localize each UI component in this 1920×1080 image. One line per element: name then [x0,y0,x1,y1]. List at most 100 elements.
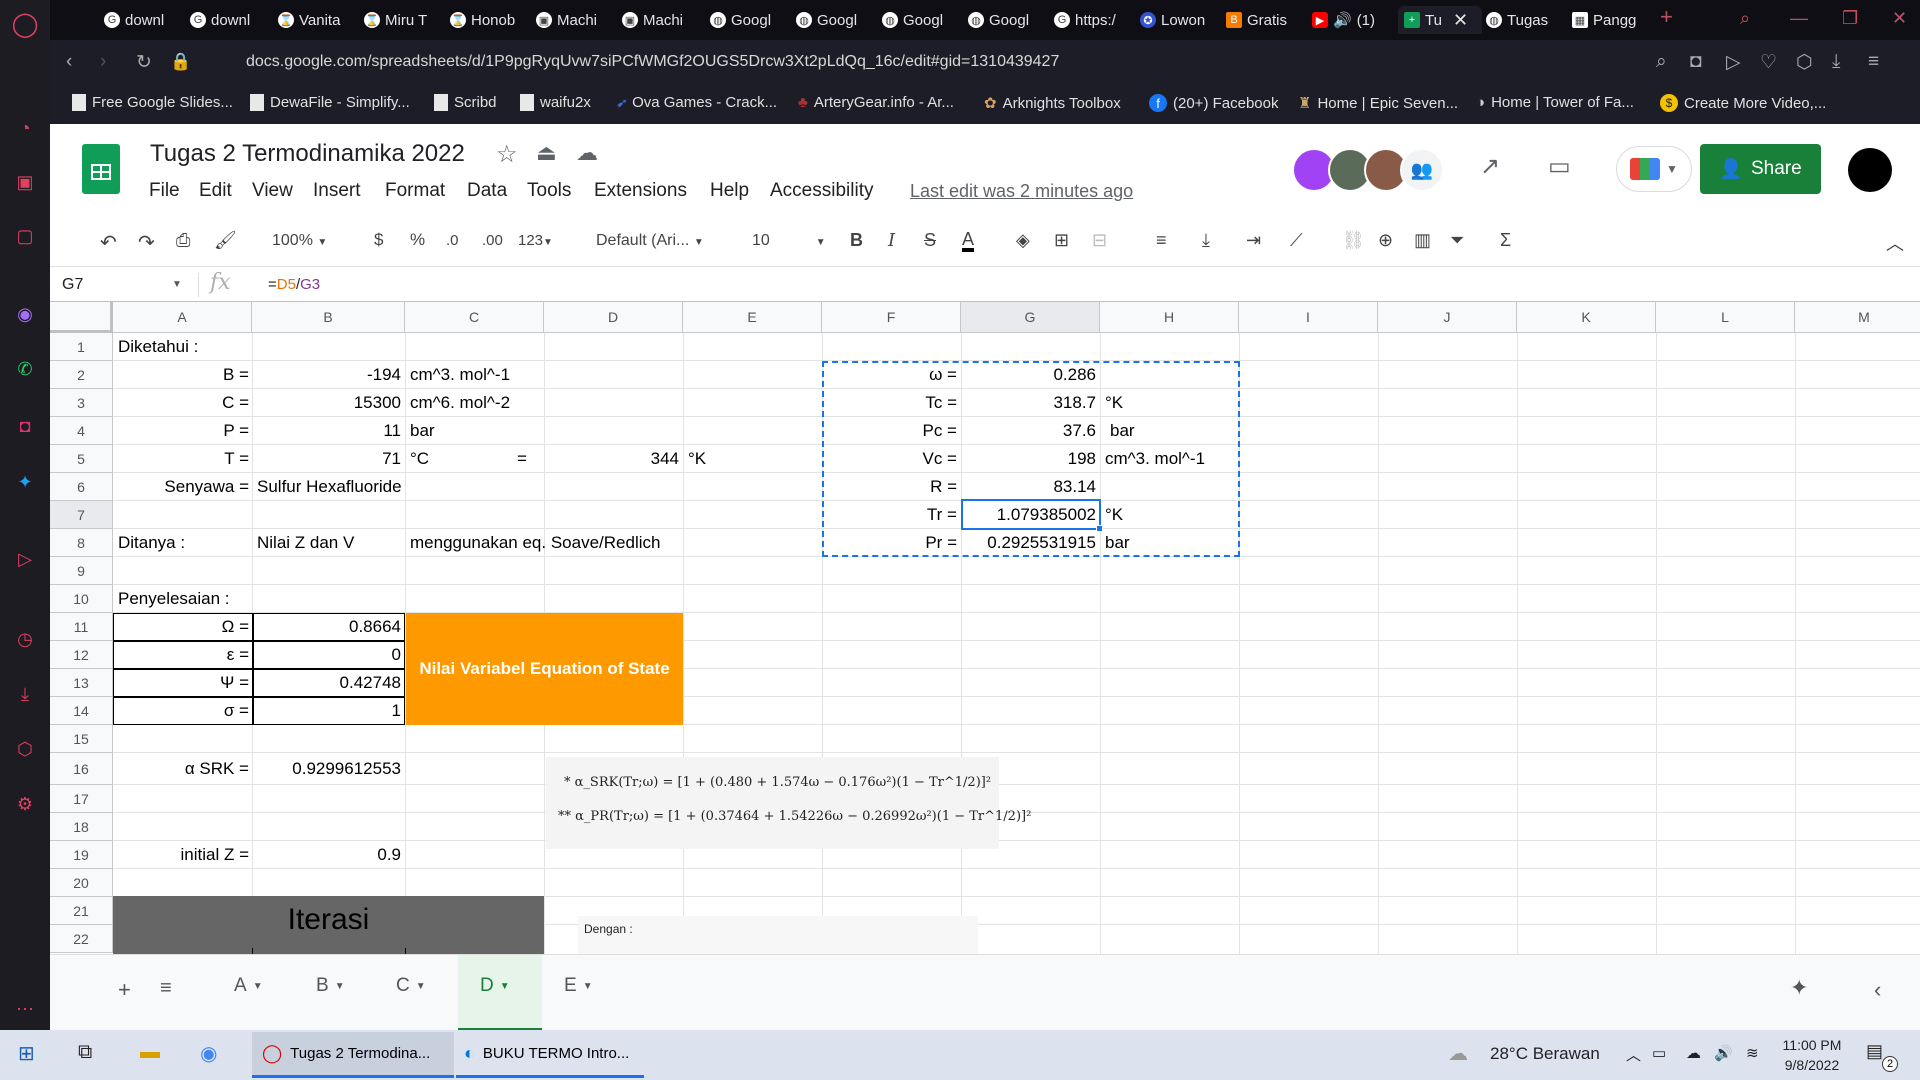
player-icon[interactable]: ▷ [11,545,39,573]
column-header-d[interactable]: D [544,302,683,333]
undo-icon[interactable]: ↶ [100,230,117,255]
row-header-3[interactable]: 3 [50,389,113,417]
speed-dial-icon[interactable]: ◔ [11,114,39,142]
cell-b2[interactable]: -194 [252,361,401,389]
decrease-decimal-button[interactable]: .0 [446,232,459,249]
cell-b6[interactable]: Sulfur Hexafluoride [257,473,402,501]
borders-icon[interactable]: ⊞ [1054,230,1069,251]
vertical-align-icon[interactable]: ⤓ [1202,230,1210,251]
tab-11[interactable]: Ghttps:/ [1054,6,1139,34]
currency-button[interactable]: $ [374,230,383,250]
bookmark-2[interactable]: Scribd [434,94,497,111]
more-formats-button[interactable]: 123▼ [518,232,553,249]
search-tabs-icon[interactable]: ⌕ [1740,8,1750,29]
cell-a11[interactable]: Ω = [113,613,249,641]
bookmark-6[interactable]: ✿ Arknights Toolbox [984,94,1121,113]
taskbar-app-opera[interactable]: ◯ Tugas 2 Termodina... [252,1032,454,1078]
cell-a2[interactable]: B = [113,361,249,389]
cell-e5[interactable]: °K [688,445,706,473]
send-icon[interactable]: ▷ [1726,51,1741,74]
snapshot-icon[interactable]: ◘ [1690,51,1701,73]
start-icon[interactable]: ⊞ [18,1041,35,1066]
column-header-a[interactable]: A [113,302,252,333]
minimize-icon[interactable]: — [1790,8,1808,29]
bookmark-9[interactable]: ◑ Home | Tower of Fa... [1476,94,1634,111]
spreadsheet-grid[interactable]: A B C D E F G H I J K L M 1 2 3 4 5 6 7 … [50,302,1920,954]
cloud-status-icon[interactable]: ☁ [576,140,598,166]
row-header-11[interactable]: 11 [50,613,113,641]
tab-2[interactable]: ⌛ Vanita [278,6,363,34]
sheet-tab-c[interactable]: C ▼ [396,975,426,997]
cell-a5[interactable]: T = [113,445,249,473]
zoom-icon[interactable]: ⌕ [1656,51,1667,73]
cell-a4[interactable]: P = [113,417,249,445]
sheet-tab-d-active[interactable]: D ▼ [480,975,510,997]
task-view-icon[interactable]: ⧉ [78,1041,92,1064]
column-header-h[interactable]: H [1100,302,1239,333]
cell-b5[interactable]: 71 [252,445,401,473]
column-header-m[interactable]: M [1795,302,1920,333]
menu-accessibility[interactable]: Accessibility [770,180,873,202]
new-tab-icon[interactable]: + [1660,4,1673,30]
cell-b16[interactable]: 0.9299612553 [252,755,401,783]
active-cell-g7[interactable] [961,499,1101,530]
tab-13[interactable]: B Gratis [1226,6,1311,34]
file-explorer-icon[interactable]: ▬ [140,1041,160,1064]
comments-icon[interactable]: ▭ [1548,152,1571,181]
name-box[interactable]: G7 [62,276,83,294]
settings-icon[interactable]: ⚙ [11,790,39,818]
cell-c2[interactable]: cm^3. mol^-1 [410,361,510,389]
back-icon[interactable]: ‹ [66,51,72,73]
cell-b3[interactable]: 15300 [252,389,401,417]
row-header-16[interactable]: 16 [50,753,113,785]
column-header-j[interactable]: J [1378,302,1517,333]
row-header-2[interactable]: 2 [50,361,113,389]
share-button[interactable]: 👤 Share [1700,144,1821,194]
sheet-tab-e[interactable]: E ▼ [564,975,593,997]
cell-a1[interactable]: Diketahui : [118,333,198,361]
tab-3[interactable]: ⌛ Miru T [364,6,449,34]
cell-c8[interactable]: menggunakan eq. Soave/Redlich [410,529,660,557]
tab-17[interactable]: ▦ Pangg [1572,6,1658,34]
cell-b11[interactable]: 0.8664 [252,613,401,641]
row-header-18[interactable]: 18 [50,813,113,841]
cell-a12[interactable]: ε = [113,641,249,669]
bookmark-0[interactable]: Free Google Slides... [72,94,233,111]
bookmark-5[interactable]: ♣ ArteryGear.info - Ar... [798,94,954,111]
functions-icon[interactable]: Σ [1500,230,1511,251]
menu-file[interactable]: File [149,180,180,202]
menu-help[interactable]: Help [710,180,749,202]
sheets-logo-icon[interactable] [82,144,120,194]
weather-text[interactable]: 28°C Berawan [1490,1044,1600,1064]
star-icon[interactable]: ☆ [496,140,518,169]
heart-icon[interactable]: ♡ [1760,51,1777,74]
meet-button[interactable]: ▼ [1616,146,1692,192]
horizontal-align-icon[interactable]: ≡ [1156,230,1167,251]
percent-button[interactable]: % [410,230,425,250]
cube-icon[interactable]: ⬡ [1796,51,1813,74]
opera-logo-icon[interactable]: ◯ [11,10,39,38]
downloads-icon[interactable]: ⤓ [11,680,39,708]
menu-insert[interactable]: Insert [313,180,361,202]
column-header-b[interactable]: B [252,302,405,333]
font-select[interactable]: Default (Ari... ▼ [596,232,704,250]
more-viewers-icon[interactable]: 👥 [1400,148,1444,192]
chrome-icon[interactable]: ◉ [200,1041,217,1066]
menu-format[interactable]: Format [385,180,445,202]
forward-icon[interactable]: › [100,51,106,73]
twitch-icon[interactable]: ▢ [11,222,39,250]
all-sheets-icon[interactable]: ≡ [160,977,172,1000]
dengan-image[interactable]: Dengan : [578,916,978,954]
sheet-tab-b[interactable]: B ▼ [316,975,345,997]
side-panel-toggle-icon[interactable]: ‹ [1874,977,1881,1003]
cell-d5[interactable]: 344 [544,445,679,473]
fill-handle[interactable] [1096,525,1103,532]
volume-icon[interactable]: 🔊 [1714,1044,1733,1062]
cell-a16[interactable]: α SRK = [113,755,249,783]
tab-12[interactable]: ✪ Lowon [1140,6,1225,34]
insert-link-icon[interactable]: ⛓ [1342,230,1365,251]
column-header-f[interactable]: F [822,302,961,333]
clock-time[interactable]: 11:00 PM [1782,1037,1842,1053]
more-icon[interactable]: ⋯ [11,995,39,1023]
filter-icon[interactable]: ⏷ [1450,230,1464,251]
